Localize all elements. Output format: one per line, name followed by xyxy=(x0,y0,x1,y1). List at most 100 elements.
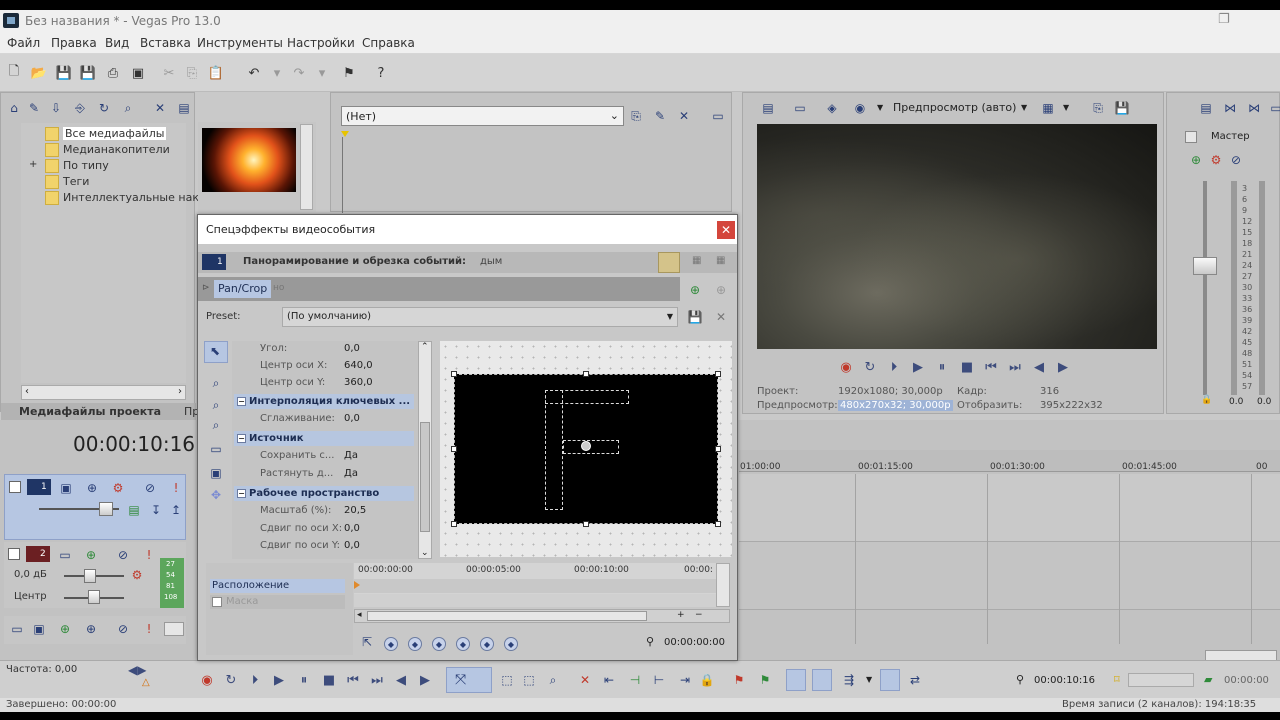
master-insert-icon[interactable]: ⊕ xyxy=(1187,151,1205,169)
track-expand-icon[interactable] xyxy=(8,548,20,560)
track-solo-icon[interactable]: ! xyxy=(140,620,158,638)
lock-icon[interactable]: 🔒 xyxy=(698,671,716,689)
stop-icon[interactable]: ■ xyxy=(958,358,976,376)
track-1-lane[interactable] xyxy=(739,474,1280,542)
kf-prev-button[interactable]: ◆ xyxy=(408,637,422,651)
go-to-end-icon[interactable]: ⏭ xyxy=(368,671,386,689)
cursor-time[interactable]: 00:00:10:16 xyxy=(1034,675,1095,686)
rate-slider-icon[interactable]: ◀▶ xyxy=(128,663,146,677)
track-motion-icon[interactable]: ▣ xyxy=(57,479,75,497)
size-about-center-icon[interactable]: ▣ xyxy=(206,463,226,483)
tree-item-smart-bins[interactable]: Интеллектуальные нак xyxy=(63,191,199,204)
preview-tool-3-icon[interactable]: ◈ xyxy=(823,99,841,117)
selection-start-field[interactable] xyxy=(1128,673,1194,687)
dialog-close-button[interactable]: ✕ xyxy=(717,221,735,239)
menu-file[interactable]: Файл xyxy=(7,36,40,50)
angle-value[interactable]: 0,0 xyxy=(344,343,360,354)
track-mute-icon[interactable]: ⊘ xyxy=(141,479,159,497)
copy-icon[interactable]: ⎘ xyxy=(183,64,201,82)
chevron-down-icon[interactable]: ▼ xyxy=(866,675,872,684)
zoom-tool-icon[interactable]: ⌕ xyxy=(544,671,562,689)
play-from-start-icon[interactable]: ⏵ xyxy=(246,671,264,689)
master-tool-3-icon[interactable]: ⋈ xyxy=(1245,99,1263,117)
normal-edit-tool-button[interactable]: ⤧ xyxy=(446,667,492,693)
master-fx-icon[interactable] xyxy=(1185,131,1197,143)
master-tool-4-icon[interactable]: ▭ xyxy=(1267,99,1280,117)
track-fx-icon[interactable]: ⊕ xyxy=(56,620,74,638)
menu-edit[interactable]: Правка xyxy=(51,36,97,50)
trim-end-icon[interactable]: ⇥ xyxy=(676,671,694,689)
mask-checkbox[interactable] xyxy=(212,597,222,607)
lock-envelopes-button[interactable] xyxy=(880,669,900,691)
new-icon[interactable]: 🗋 xyxy=(5,64,23,82)
master-gear-icon[interactable]: ⚙ xyxy=(1207,151,1225,169)
resize-handle[interactable] xyxy=(451,446,457,452)
crop-frame[interactable] xyxy=(454,374,718,524)
refresh-icon[interactable]: ↻ xyxy=(95,99,113,117)
shift-x-value[interactable]: 0,0 xyxy=(344,523,360,534)
zoom-out-icon[interactable]: ⌕ xyxy=(206,415,226,435)
remove-icon[interactable]: ✕ xyxy=(151,99,169,117)
track-gear-icon[interactable]: ⚙ xyxy=(109,479,127,497)
copy-snapshot-icon[interactable]: ⎘ xyxy=(1089,99,1107,117)
explorer-tool-1-icon[interactable]: ⌂ xyxy=(5,99,23,117)
prev-frame-icon[interactable]: ◀ xyxy=(1030,358,1048,376)
preset-dropdown[interactable]: (По умолчанию) ▼ xyxy=(282,307,678,327)
track-mute-icon[interactable]: ⊘ xyxy=(114,620,132,638)
tab-project-media[interactable]: Медиафайлы проекта xyxy=(19,405,161,418)
explorer-tool-2-icon[interactable]: ✎ xyxy=(25,99,43,117)
cut-icon[interactable]: ✂ xyxy=(160,64,178,82)
tree-item-by-type[interactable]: По типу xyxy=(63,159,109,172)
track-expand-icon[interactable] xyxy=(9,481,21,493)
master-mute-icon[interactable]: ⊘ xyxy=(1227,151,1245,169)
grid-icon[interactable]: ▦ xyxy=(692,255,701,266)
track-mute-icon[interactable]: ⊘ xyxy=(114,546,132,564)
kf-first-button[interactable]: ◆ xyxy=(384,637,398,651)
trimmer-tool-1-icon[interactable]: ⎘ xyxy=(627,107,645,125)
save-snapshot-icon[interactable]: 💾 xyxy=(1113,99,1131,117)
media-properties-icon[interactable]: ▤ xyxy=(175,99,193,117)
overlays-icon[interactable]: ▦ xyxy=(1039,99,1057,117)
chevron-down-icon[interactable]: ▼ xyxy=(877,103,883,112)
selection-tool-icon[interactable]: ⬚ xyxy=(520,671,538,689)
track-1-header[interactable]: 1 ▣ ⊕ ⚙ ⊘ ! ▤ ↧ ↥ xyxy=(4,474,186,540)
resize-handle[interactable] xyxy=(583,521,589,527)
auto-crossfade-button[interactable] xyxy=(812,669,832,691)
sync-cursor-icon[interactable]: ⇱ xyxy=(358,633,376,651)
kf-hscrollbar[interactable]: ◂ + − xyxy=(354,609,730,623)
pause-icon[interactable]: ⏸ xyxy=(295,671,313,689)
redo-icon[interactable]: ↷ xyxy=(290,64,308,82)
menu-help[interactable]: Справка xyxy=(362,36,415,50)
scale-value[interactable]: 20,5 xyxy=(344,505,366,516)
snap-icon[interactable]: ⚑ xyxy=(340,64,358,82)
expand-icon[interactable]: + xyxy=(29,159,37,170)
dialog-title-bar[interactable]: Спецэффекты видеособытия ✕ xyxy=(198,215,737,244)
pan-crop-workspace[interactable] xyxy=(440,341,732,557)
center-point-handle[interactable] xyxy=(581,441,591,451)
scroll-left-icon[interactable]: ◂ xyxy=(357,610,362,620)
smoothing-value[interactable]: 0,0 xyxy=(344,413,360,424)
save-preset-icon[interactable]: 💾 xyxy=(686,308,704,326)
loop-icon[interactable]: ↻ xyxy=(222,671,240,689)
trimmer-close-icon[interactable]: ✕ xyxy=(675,107,693,125)
zoom-out-timeline-icon[interactable]: − xyxy=(695,610,703,620)
stretch-value[interactable]: Да xyxy=(344,468,358,479)
loop-icon[interactable]: ↻ xyxy=(861,358,879,376)
trim-icon[interactable]: ⊣ xyxy=(626,671,644,689)
play-from-start-icon[interactable]: ⏵ xyxy=(885,358,903,376)
redo-dropdown-icon[interactable]: ▾ xyxy=(313,64,331,82)
track-volume-thumb[interactable] xyxy=(84,569,96,583)
resize-handle[interactable] xyxy=(715,446,721,452)
next-frame-icon[interactable]: ▶ xyxy=(416,671,434,689)
region-icon[interactable]: ⚑ xyxy=(756,671,774,689)
track-solo-icon[interactable]: ! xyxy=(167,479,185,497)
remove-plugin-icon[interactable]: ⊕ xyxy=(712,281,730,299)
menu-view[interactable]: Вид xyxy=(105,36,129,50)
track-2-lane[interactable] xyxy=(739,542,1280,610)
plugin-tab-pan-crop[interactable]: Pan/Crop xyxy=(214,280,271,298)
track-level-thumb[interactable] xyxy=(99,502,113,516)
kf-lane-position[interactable] xyxy=(354,579,716,593)
trimmer-tool-2-icon[interactable]: ✎ xyxy=(651,107,669,125)
track-parent-icon[interactable]: ↧ xyxy=(147,501,165,519)
auto-ripple-icon[interactable]: ⇄ xyxy=(906,671,924,689)
